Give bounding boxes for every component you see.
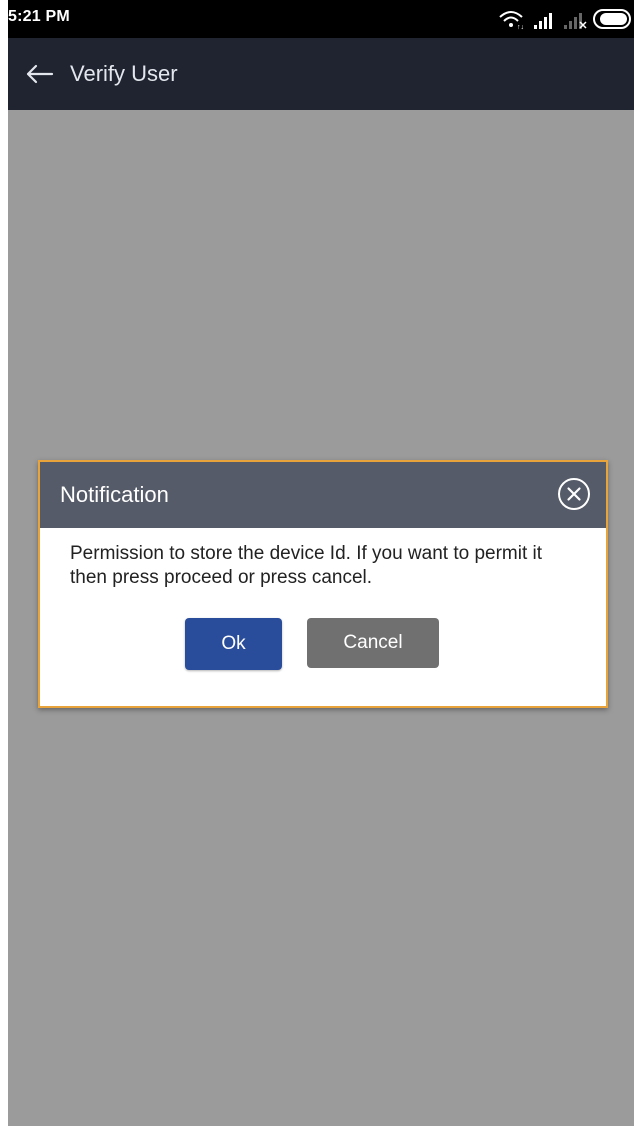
ok-button[interactable]: Ok xyxy=(185,618,282,670)
wifi-icon: ↑↓ xyxy=(499,11,524,31)
signal-icon xyxy=(534,13,552,29)
status-time: 5:21 PM xyxy=(8,8,70,25)
svg-text:↑↓: ↑↓ xyxy=(517,24,524,31)
close-circle-icon xyxy=(558,478,590,510)
status-bar: 5:21 PM ↑↓ xyxy=(8,0,634,38)
app-screen: 5:21 PM ↑↓ Verify User Notification Perm… xyxy=(8,0,634,1126)
status-icons: ↑↓ xyxy=(499,9,631,31)
back-button[interactable] xyxy=(22,56,58,92)
page-title: Verify User xyxy=(70,61,178,86)
app-bar: Verify User xyxy=(8,38,634,110)
no-signal-icon xyxy=(564,13,587,29)
notification-dialog: Notification Permission to store the dev… xyxy=(38,460,608,708)
battery-icon xyxy=(593,9,631,29)
close-button[interactable] xyxy=(556,476,592,512)
arrow-left-icon xyxy=(26,64,54,84)
dialog-title: Notification xyxy=(60,482,169,507)
cancel-button[interactable]: Cancel xyxy=(307,618,439,668)
dialog-message: Permission to store the device Id. If yo… xyxy=(70,543,543,588)
dialog-header: Notification xyxy=(40,462,606,528)
